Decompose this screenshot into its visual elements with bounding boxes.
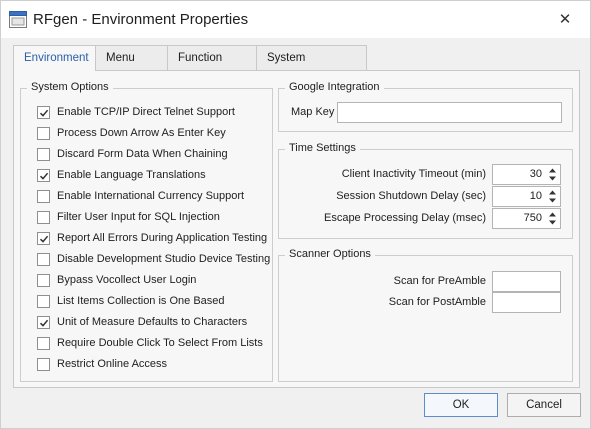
checkbox-unchecked[interactable]	[37, 253, 50, 266]
google-integration-title: Google Integration	[285, 81, 384, 93]
window-title: RFgen - Environment Properties	[33, 11, 249, 28]
checkbox-label: List Items Collection is One Based	[57, 295, 225, 307]
time-settings-title: Time Settings	[285, 142, 360, 154]
scan-preamble-label: Scan for PreAmble	[393, 275, 486, 287]
title-bar: RFgen - Environment Properties ✕	[0, 0, 591, 38]
checkbox-label: Enable TCP/IP Direct Telnet Support	[57, 106, 235, 118]
escape-processing-delay-spinner[interactable]: 750	[492, 208, 561, 229]
escape-processing-delay-label: Escape Processing Delay (msec)	[323, 212, 486, 224]
client-inactivity-timeout-spinner[interactable]: 30	[492, 164, 561, 185]
checkbox-checked[interactable]	[37, 169, 50, 182]
tab-system-properties[interactable]: System Properties	[256, 45, 367, 89]
escape-processing-delay-value: 750	[523, 212, 542, 224]
checkbox-label: Enable Language Translations	[57, 169, 206, 181]
checkbox-label: Process Down Arrow As Enter Key	[57, 127, 226, 139]
checkbox-checked[interactable]	[37, 106, 50, 119]
tab-environment[interactable]: Environment	[13, 45, 96, 71]
checkbox-label: Filter User Input for SQL Injection	[57, 211, 220, 223]
checkbox-unchecked[interactable]	[37, 148, 50, 161]
checkbox-label: Enable International Currency Support	[57, 190, 245, 202]
ok-button[interactable]: OK	[424, 393, 498, 417]
google-integration-group: Google Integration Map Key	[278, 81, 573, 132]
checkbox-unchecked[interactable]	[37, 127, 50, 140]
tab-function-keys[interactable]: Function Keys	[167, 45, 257, 89]
session-shutdown-delay-spinner[interactable]: 10	[492, 186, 561, 207]
checkbox-unchecked[interactable]	[37, 274, 50, 287]
scan-preamble-input[interactable]	[492, 271, 561, 292]
close-button[interactable]: ✕	[554, 10, 576, 30]
checkbox-label: Disable Development Studio Device Testin…	[57, 253, 271, 265]
spin-down-icon[interactable]	[546, 218, 559, 227]
scanner-options-title: Scanner Options	[285, 248, 375, 260]
checkbox-unchecked[interactable]	[37, 190, 50, 203]
system-options-group: System Options Enable TCP/IP Direct Teln…	[20, 81, 273, 382]
client-inactivity-timeout-value: 30	[529, 168, 542, 180]
close-icon: ✕	[558, 11, 572, 28]
system-options-title: System Options	[27, 81, 113, 93]
checkbox-unchecked[interactable]	[37, 337, 50, 350]
time-settings-group: Time Settings Client Inactivity Timeout …	[278, 142, 573, 239]
scanner-options-group: Scanner Options Scan for PreAmble Scan f…	[278, 248, 573, 382]
cancel-button[interactable]: Cancel	[507, 393, 581, 417]
environment-tab-panel: System Options Enable TCP/IP Direct Teln…	[13, 70, 580, 388]
checkbox-checked[interactable]	[37, 316, 50, 329]
checkmark-icon	[39, 109, 49, 117]
checkbox-label: Restrict Online Access	[57, 358, 168, 370]
checkmark-icon	[39, 235, 49, 243]
checkbox-label: Require Double Click To Select From List…	[57, 337, 263, 349]
checkbox-label: Report All Errors During Application Tes…	[57, 232, 268, 244]
session-shutdown-delay-label: Session Shutdown Delay (sec)	[336, 190, 486, 202]
tab-menu-strip[interactable]: Menu Strip	[95, 45, 168, 89]
session-shutdown-delay-value: 10	[529, 190, 542, 202]
spin-down-icon[interactable]	[546, 196, 559, 205]
map-key-input[interactable]	[337, 102, 562, 123]
scan-postamble-input[interactable]	[492, 292, 561, 313]
client-inactivity-timeout-label: Client Inactivity Timeout (min)	[341, 168, 486, 180]
scan-postamble-label: Scan for PostAmble	[388, 296, 486, 308]
checkbox-checked[interactable]	[37, 232, 50, 245]
checkbox-label: Unit of Measure Defaults to Characters	[57, 316, 248, 328]
spin-down-icon[interactable]	[546, 174, 559, 183]
checkbox-unchecked[interactable]	[37, 211, 50, 224]
checkmark-icon	[39, 172, 49, 180]
checkbox-unchecked[interactable]	[37, 358, 50, 371]
app-window-icon	[9, 11, 27, 28]
checkmark-icon	[39, 319, 49, 327]
checkbox-label: Bypass Vocollect User Login	[57, 274, 197, 286]
checkbox-unchecked[interactable]	[37, 295, 50, 308]
checkbox-label: Discard Form Data When Chaining	[57, 148, 228, 160]
map-key-label: Map Key	[291, 106, 335, 118]
